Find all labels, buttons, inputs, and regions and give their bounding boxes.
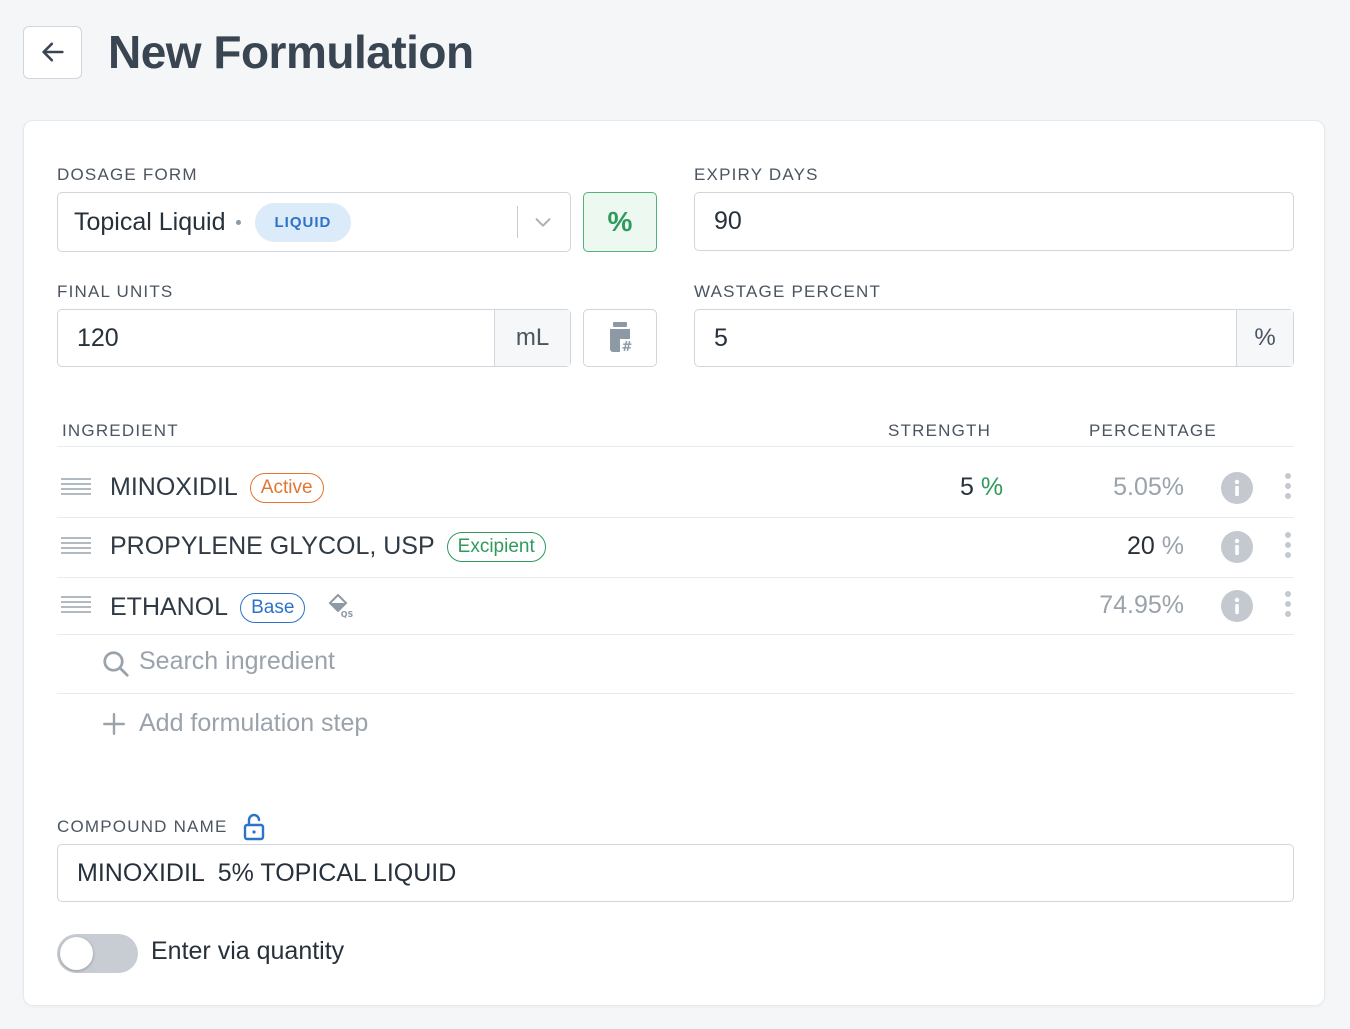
column-header-ingredient: INGREDIENT bbox=[62, 421, 179, 440]
svg-text:#: # bbox=[622, 340, 633, 355]
page-header: New Formulation bbox=[23, 25, 474, 79]
arrow-left-icon bbox=[41, 42, 64, 62]
table-row[interactable]: ETHANOL Base QS 74.95% bbox=[57, 577, 1294, 635]
table-row[interactable]: PROPYLENE GLYCOL, USP Excipient 20 % bbox=[57, 518, 1294, 576]
percentage-unit: % bbox=[1161, 532, 1184, 560]
back-button[interactable] bbox=[23, 25, 82, 79]
excipient-tag: Excipient bbox=[446, 532, 546, 562]
info-icon[interactable] bbox=[1221, 531, 1253, 563]
percentage-value: 74.95% bbox=[1099, 591, 1184, 619]
lock-open-icon[interactable] bbox=[242, 813, 266, 841]
paint-bucket-qs-icon[interactable]: QS bbox=[326, 591, 354, 619]
percentage-value: 5.05% bbox=[1113, 473, 1184, 501]
column-header-percentage: PERCENTAGE bbox=[1089, 421, 1217, 440]
ingredient-name-cell: ETHANOL Base QS bbox=[110, 591, 354, 623]
liquid-chip: LIQUID bbox=[254, 202, 352, 242]
dosage-form-value: Topical Liquid bbox=[74, 207, 226, 236]
formulation-card: DOSAGE FORM Topical Liquid LIQUID % EXPI… bbox=[23, 120, 1325, 1006]
divider bbox=[57, 446, 1294, 447]
final-units-value: 120 bbox=[77, 323, 119, 352]
compound-name-field[interactable]: MINOXIDIL 5% TOPICAL LIQUID bbox=[57, 844, 1294, 902]
separator-dot bbox=[235, 219, 241, 225]
dosage-form-select[interactable]: Topical Liquid LIQUID bbox=[57, 192, 571, 252]
info-icon[interactable] bbox=[1221, 472, 1253, 504]
search-icon bbox=[103, 651, 129, 677]
enter-via-quantity-toggle[interactable] bbox=[57, 934, 138, 973]
table-row[interactable]: MINOXIDIL Active 5 % 5.05% bbox=[57, 459, 1294, 517]
toggle-knob bbox=[60, 937, 93, 970]
wastage-percent-value: 5 bbox=[714, 323, 728, 352]
base-tag: Base bbox=[240, 593, 306, 623]
ingredient-name-cell: MINOXIDIL Active bbox=[110, 473, 324, 503]
percentage-value: 20 bbox=[1127, 532, 1155, 560]
strength-unit: % bbox=[980, 473, 1004, 501]
more-vertical-icon[interactable] bbox=[1284, 591, 1292, 621]
compound-name-label-row: COMPOUND NAME bbox=[57, 813, 266, 841]
search-ingredient-row bbox=[57, 635, 1294, 693]
ingredient-name-cell: PROPYLENE GLYCOL, USP Excipient bbox=[110, 532, 546, 562]
add-formulation-step-button[interactable]: Add formulation step bbox=[101, 709, 368, 738]
percent-mode-button[interactable]: % bbox=[583, 192, 657, 252]
drag-handle-icon[interactable] bbox=[61, 478, 91, 500]
drag-handle-icon[interactable] bbox=[61, 596, 91, 618]
plus-icon bbox=[103, 712, 125, 735]
select-divider bbox=[517, 206, 518, 238]
compound-name-label: COMPOUND NAME bbox=[57, 817, 228, 836]
percent-icon: % bbox=[607, 206, 633, 237]
dosage-form-label: DOSAGE FORM bbox=[57, 165, 198, 184]
divider bbox=[57, 693, 1294, 694]
ingredient-name: PROPYLENE GLYCOL, USP bbox=[110, 532, 435, 560]
page-title: New Formulation bbox=[108, 26, 474, 78]
final-units-label: FINAL UNITS bbox=[57, 282, 174, 301]
bottle-hash-icon: # bbox=[610, 322, 634, 355]
more-vertical-icon[interactable] bbox=[1284, 473, 1292, 503]
expiry-days-value: 90 bbox=[714, 207, 742, 235]
search-input[interactable] bbox=[139, 647, 639, 676]
enter-via-quantity-label: Enter via quantity bbox=[151, 937, 345, 965]
wastage-percent-label: WASTAGE PERCENT bbox=[694, 282, 882, 301]
expiry-days-label: EXPIRY DAYS bbox=[694, 165, 819, 184]
info-icon[interactable] bbox=[1221, 590, 1253, 622]
final-units-field[interactable]: 120 mL bbox=[57, 309, 571, 367]
wastage-percent-field[interactable]: 5 % bbox=[694, 309, 1294, 367]
wastage-percent-unit: % bbox=[1236, 310, 1293, 366]
more-vertical-icon[interactable] bbox=[1284, 532, 1292, 562]
strength-value: 5 bbox=[960, 473, 974, 501]
chevron-down-icon[interactable] bbox=[532, 211, 554, 233]
active-tag: Active bbox=[249, 473, 324, 503]
percentage-cell[interactable]: 20 % bbox=[1127, 532, 1184, 561]
unit-text: mL bbox=[515, 324, 550, 351]
add-formulation-step-label: Add formulation step bbox=[139, 709, 369, 737]
expiry-days-field[interactable]: 90 bbox=[694, 192, 1294, 251]
drag-handle-icon[interactable] bbox=[61, 537, 91, 559]
column-header-strength: STRENGTH bbox=[888, 421, 992, 440]
bottle-calc-button[interactable]: # bbox=[583, 309, 657, 367]
ingredient-name: MINOXIDIL bbox=[110, 473, 238, 501]
strength-cell[interactable]: 5 % bbox=[960, 473, 1003, 502]
ingredient-name: ETHANOL bbox=[110, 593, 229, 621]
compound-name-value: MINOXIDIL 5% TOPICAL LIQUID bbox=[77, 858, 457, 887]
svg-text:QS: QS bbox=[341, 610, 354, 619]
final-units-unit: mL bbox=[494, 310, 570, 366]
unit-text: % bbox=[1254, 324, 1276, 351]
